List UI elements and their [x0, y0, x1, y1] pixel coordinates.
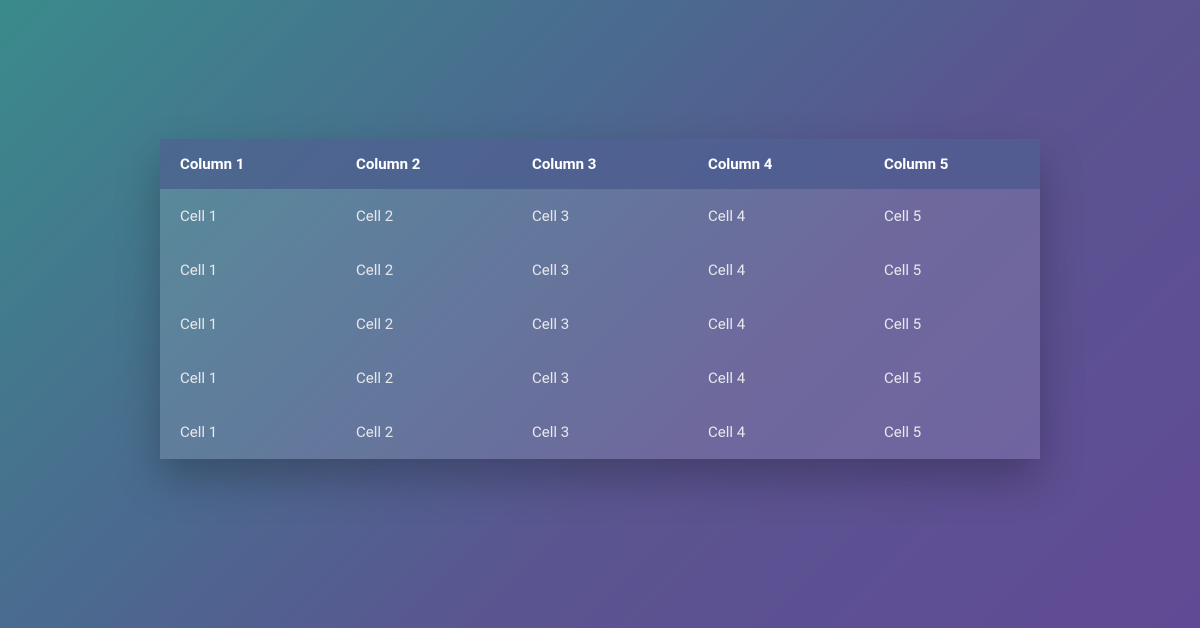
table-row: Cell 1 Cell 2 Cell 3 Cell 4 Cell 5 — [160, 405, 1040, 459]
table-row: Cell 1 Cell 2 Cell 3 Cell 4 Cell 5 — [160, 243, 1040, 297]
column-header[interactable]: Column 1 — [160, 139, 336, 189]
table-cell: Cell 3 — [512, 351, 688, 405]
table-cell: Cell 4 — [688, 351, 864, 405]
column-header[interactable]: Column 2 — [336, 139, 512, 189]
table-cell: Cell 3 — [512, 189, 688, 243]
table-cell: Cell 5 — [864, 243, 1040, 297]
table-cell: Cell 5 — [864, 297, 1040, 351]
table-cell: Cell 1 — [160, 405, 336, 459]
table-cell: Cell 3 — [512, 243, 688, 297]
table-cell: Cell 4 — [688, 405, 864, 459]
table-header: Column 1 Column 2 Column 3 Column 4 Colu… — [160, 139, 1040, 189]
table-row: Cell 1 Cell 2 Cell 3 Cell 4 Cell 5 — [160, 297, 1040, 351]
table-cell: Cell 2 — [336, 297, 512, 351]
table-cell: Cell 2 — [336, 243, 512, 297]
table-cell: Cell 2 — [336, 351, 512, 405]
table-cell: Cell 5 — [864, 351, 1040, 405]
table-body: Cell 1 Cell 2 Cell 3 Cell 4 Cell 5 Cell … — [160, 189, 1040, 459]
column-header[interactable]: Column 3 — [512, 139, 688, 189]
table-header-row: Column 1 Column 2 Column 3 Column 4 Colu… — [160, 139, 1040, 189]
table-container: Column 1 Column 2 Column 3 Column 4 Colu… — [160, 139, 1040, 459]
table-cell: Cell 2 — [336, 405, 512, 459]
table-row: Cell 1 Cell 2 Cell 3 Cell 4 Cell 5 — [160, 351, 1040, 405]
table-cell: Cell 1 — [160, 189, 336, 243]
table-cell: Cell 3 — [512, 297, 688, 351]
table-cell: Cell 3 — [512, 405, 688, 459]
table-cell: Cell 1 — [160, 243, 336, 297]
table-cell: Cell 5 — [864, 189, 1040, 243]
table-row: Cell 1 Cell 2 Cell 3 Cell 4 Cell 5 — [160, 189, 1040, 243]
table-cell: Cell 4 — [688, 297, 864, 351]
table-cell: Cell 1 — [160, 351, 336, 405]
table-cell: Cell 4 — [688, 243, 864, 297]
table-cell: Cell 1 — [160, 297, 336, 351]
data-table: Column 1 Column 2 Column 3 Column 4 Colu… — [160, 139, 1040, 459]
table-cell: Cell 4 — [688, 189, 864, 243]
table-cell: Cell 5 — [864, 405, 1040, 459]
column-header[interactable]: Column 4 — [688, 139, 864, 189]
column-header[interactable]: Column 5 — [864, 139, 1040, 189]
table-cell: Cell 2 — [336, 189, 512, 243]
